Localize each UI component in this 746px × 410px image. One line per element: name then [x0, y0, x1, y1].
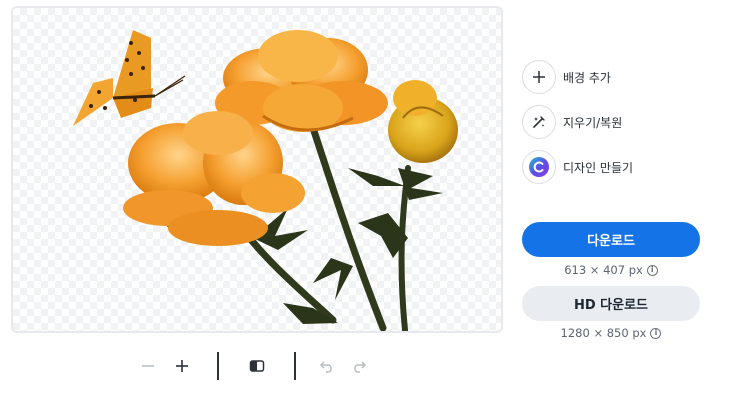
create-design-label: 디자인 만들기 [563, 160, 634, 175]
magic-brush-icon [522, 105, 556, 139]
undo-icon [319, 361, 332, 373]
hd-download-size-text: 1280 × 850 px [560, 326, 647, 340]
butterfly [73, 30, 186, 126]
zoom-in-button[interactable] [167, 350, 197, 382]
add-background-label: 배경 추가 [563, 70, 611, 85]
undo-button[interactable] [312, 350, 342, 382]
zoom-in-icon [176, 360, 188, 372]
plus-icon [522, 60, 556, 94]
download-size: 613 × 407 px i [522, 263, 700, 277]
download-size-text: 613 × 407 px [564, 263, 643, 277]
toolbar-divider [294, 352, 296, 380]
canva-logo-icon [522, 150, 556, 184]
compare-button[interactable] [242, 350, 272, 382]
zoom-out-icon [142, 365, 154, 367]
create-design-button[interactable]: 디자인 만들기 [522, 149, 633, 185]
redo-icon [354, 361, 367, 373]
add-background-button[interactable]: 배경 추가 [522, 59, 611, 95]
erase-restore-label: 지우기/복원 [563, 115, 623, 130]
flower-bud [388, 80, 458, 163]
redo-button[interactable] [344, 350, 374, 382]
info-icon[interactable]: i [650, 327, 662, 339]
preview-toolbar [130, 350, 380, 382]
hd-download-size: 1280 × 850 px i [522, 326, 700, 340]
toolbar-divider [217, 352, 219, 380]
cutout-image [73, 30, 458, 331]
info-icon[interactable]: i [646, 264, 658, 276]
hd-download-button[interactable]: HD 다운로드 [522, 286, 700, 321]
download-button[interactable]: 다운로드 [522, 222, 700, 257]
image-preview-canvas [11, 6, 503, 333]
zoom-out-button[interactable] [133, 350, 163, 382]
erase-restore-button[interactable]: 지우기/복원 [522, 104, 622, 140]
compare-icon [249, 360, 265, 372]
